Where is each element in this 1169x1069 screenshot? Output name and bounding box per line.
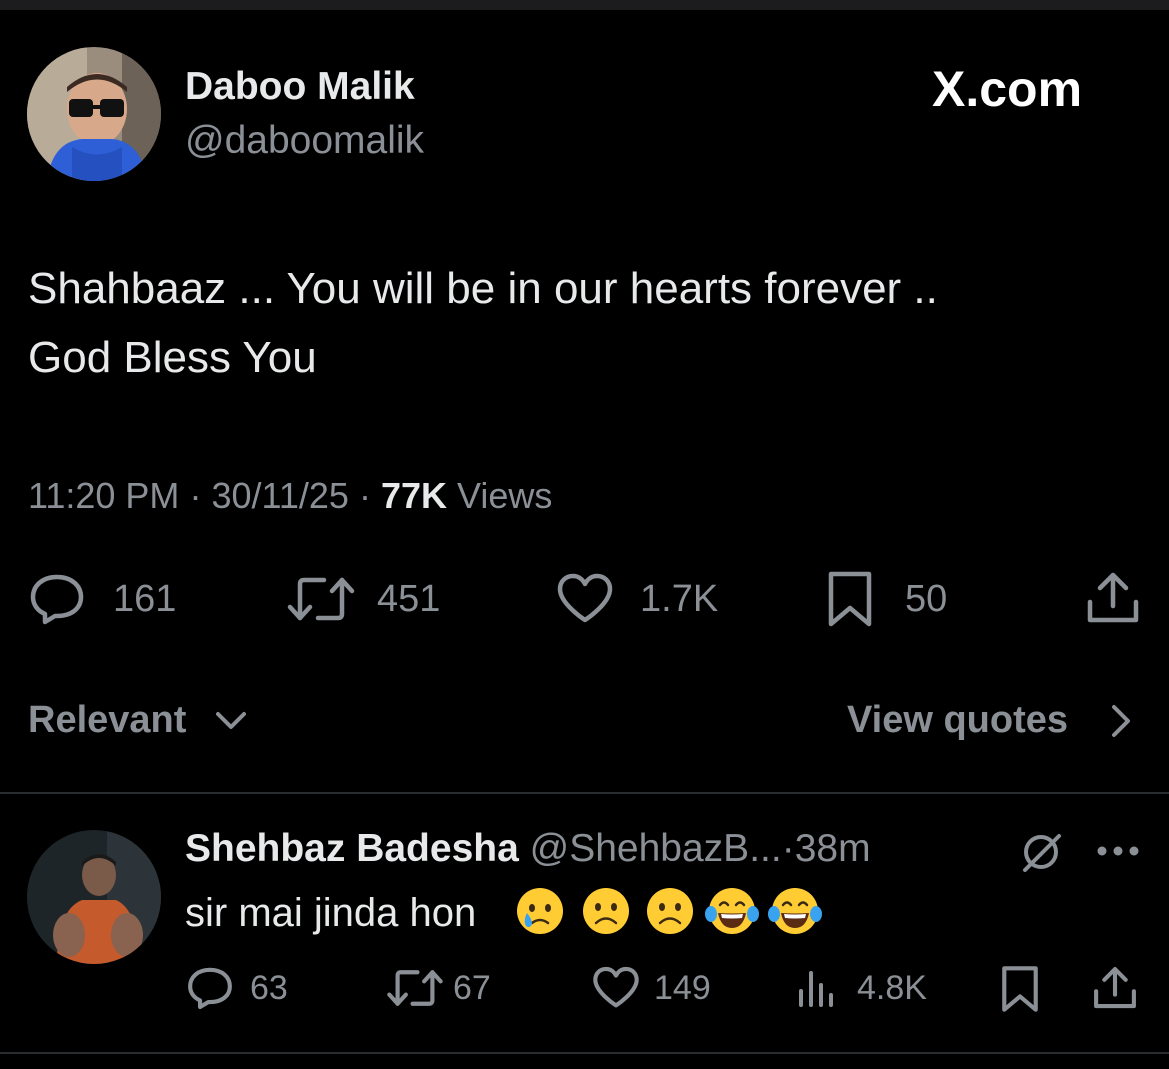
tweet-date[interactable]: 30/11/25 bbox=[211, 475, 348, 516]
chevron-down-icon[interactable] bbox=[214, 710, 248, 732]
views-icon[interactable] bbox=[796, 967, 838, 1009]
bookmark-icon[interactable] bbox=[826, 570, 874, 628]
repost-count[interactable]: 451 bbox=[377, 577, 440, 621]
circle-slash-icon[interactable] bbox=[1017, 828, 1065, 876]
tweet-text-line-2: God Bless You bbox=[28, 333, 317, 382]
divider bbox=[0, 792, 1169, 794]
like-count[interactable]: 1.7K bbox=[640, 577, 718, 621]
sort-relevant[interactable]: Relevant bbox=[28, 697, 186, 743]
divider bbox=[0, 1052, 1169, 1054]
reply-reply-count[interactable]: 63 bbox=[250, 968, 288, 1008]
reply-separator: · bbox=[781, 827, 795, 870]
reply-views-count[interactable]: 4.8K bbox=[857, 968, 927, 1008]
tears-of-joy-icon bbox=[768, 886, 822, 936]
frowning-face-icon bbox=[581, 886, 631, 936]
reply-header: Shehbaz Badesha @ShehbazB...·38m bbox=[185, 826, 871, 872]
repost-icon[interactable] bbox=[386, 967, 444, 1009]
reply-text: sir mai jinda hon bbox=[185, 891, 477, 935]
reply-author-name[interactable]: Shehbaz Badesha bbox=[185, 827, 519, 870]
reply-like-count[interactable]: 149 bbox=[654, 968, 711, 1008]
view-quotes-link[interactable]: View quotes bbox=[847, 697, 1068, 743]
share-icon[interactable] bbox=[1092, 965, 1138, 1011]
reply-icon[interactable] bbox=[28, 572, 86, 626]
views-label: Views bbox=[457, 475, 553, 516]
author-avatar[interactable] bbox=[27, 47, 161, 181]
reply-repost-count[interactable]: 67 bbox=[453, 968, 491, 1008]
reply-icon[interactable] bbox=[186, 965, 234, 1011]
repost-icon[interactable] bbox=[286, 574, 356, 624]
chevron-right-icon[interactable] bbox=[1109, 703, 1133, 739]
tears-of-joy-icon bbox=[705, 886, 759, 936]
author-handle[interactable]: @daboomalik bbox=[185, 118, 424, 164]
tweet-meta: 11:20 PM · 30/11/25 · 77K Views bbox=[28, 474, 552, 518]
crying-face-icon bbox=[515, 886, 565, 936]
meta-separator: · bbox=[358, 475, 371, 516]
reply-author-handle[interactable]: @ShehbazB... bbox=[530, 827, 782, 870]
meta-separator: · bbox=[189, 475, 202, 516]
like-icon[interactable] bbox=[592, 966, 640, 1010]
frowning-face-icon bbox=[645, 886, 695, 936]
tweet-text-line-1: Shahbaaz ... You will be in our hearts f… bbox=[28, 264, 938, 313]
bookmark-icon[interactable] bbox=[1000, 965, 1040, 1013]
like-icon[interactable] bbox=[556, 573, 614, 625]
brand-label: X.com bbox=[932, 61, 1083, 117]
reply-count[interactable]: 161 bbox=[113, 577, 176, 621]
tweet-time[interactable]: 11:20 PM bbox=[28, 475, 179, 516]
author-name[interactable]: Daboo Malik bbox=[185, 64, 415, 110]
reply-author-avatar[interactable] bbox=[27, 830, 161, 964]
reply-age[interactable]: 38m bbox=[795, 827, 871, 870]
more-icon[interactable] bbox=[1096, 843, 1140, 859]
top-edge bbox=[0, 0, 1169, 10]
views-count: 77K bbox=[380, 475, 447, 516]
bookmark-count[interactable]: 50 bbox=[905, 577, 947, 621]
share-icon[interactable] bbox=[1085, 570, 1141, 626]
